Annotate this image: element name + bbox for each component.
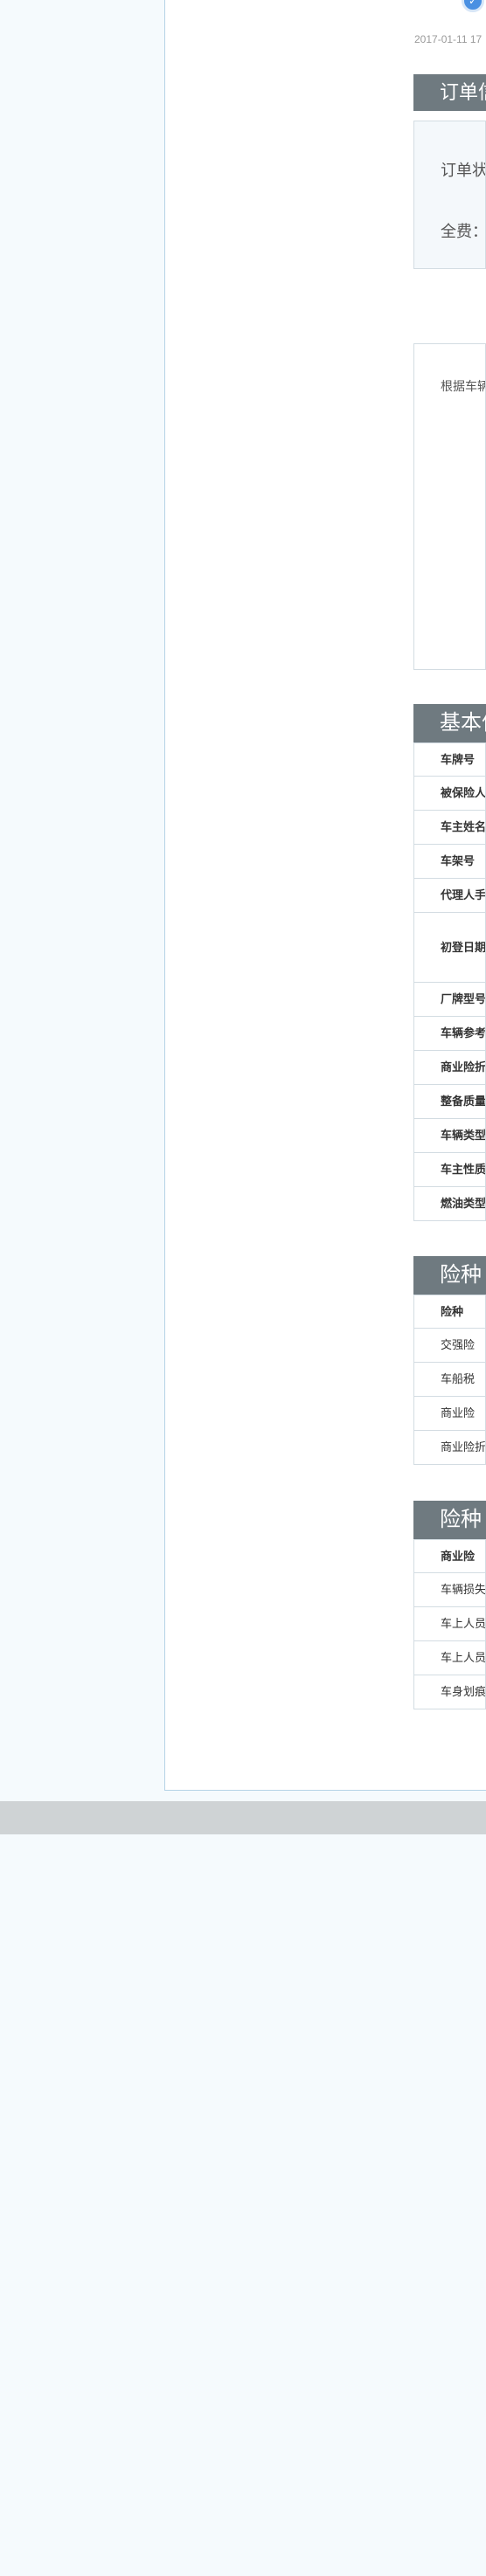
footer-strip [0,1801,486,1834]
table-header-row: 商业险 [413,1539,486,1573]
table-row: 整备质量 [413,1085,486,1119]
order-status-label: 订单状 [441,162,486,179]
note-box: 根据车辆 [413,343,486,670]
note-text: 根据车辆 [441,379,486,393]
table-row: 车辆损失 [413,1573,486,1607]
order-info-box: 订单状 全费： [413,121,486,269]
table-row: 车船税 [413,1363,486,1397]
table-row: 车主性质 [413,1153,486,1187]
basic-info-table: 车牌号 被保险人 车主姓名 车架号 代理人手 初登日期 厂牌型号 车辆参考 商业… [413,742,486,1221]
table-row: 车身划痕 [413,1675,486,1709]
table-row: 车牌号 [413,742,486,777]
table-row: 初登日期 [413,913,486,983]
table-row: 车主姓名 [413,811,486,845]
table-row: 车辆类型 [413,1119,486,1153]
table-row: 车上人员 [413,1607,486,1641]
insurance-header-1: 险种 [413,1256,486,1295]
insurance-table-1: 险种 交强险 车船税 商业险 商业险折 [413,1295,486,1465]
table-row: 厂牌型号 [413,983,486,1017]
table-row: 商业险折 [413,1431,486,1465]
table-row: 被保险人 [413,777,486,811]
insurance-header-2: 险种 [413,1501,486,1539]
table-row: 交强险 [413,1329,486,1363]
table-row: 商业险 [413,1397,486,1431]
table-row: 车架号 [413,845,486,879]
table-row: 燃油类型 [413,1187,486,1221]
table-row: 代理人手 [413,879,486,913]
insurance-table-2: 商业险 车辆损失 车上人员 车上人员 车身划痕 [413,1539,486,1709]
table-row: 车上人员 [413,1641,486,1675]
basic-info-header: 基本信 [413,704,486,742]
order-info-header: 订单信 [413,74,486,111]
table-row: 车辆参考 [413,1017,486,1051]
order-fee-label: 全费： [441,223,486,240]
order-timestamp: 2017-01-11 17 [414,33,483,45]
table-header-row: 险种 [413,1295,486,1329]
table-row: 商业险折 [413,1051,486,1085]
